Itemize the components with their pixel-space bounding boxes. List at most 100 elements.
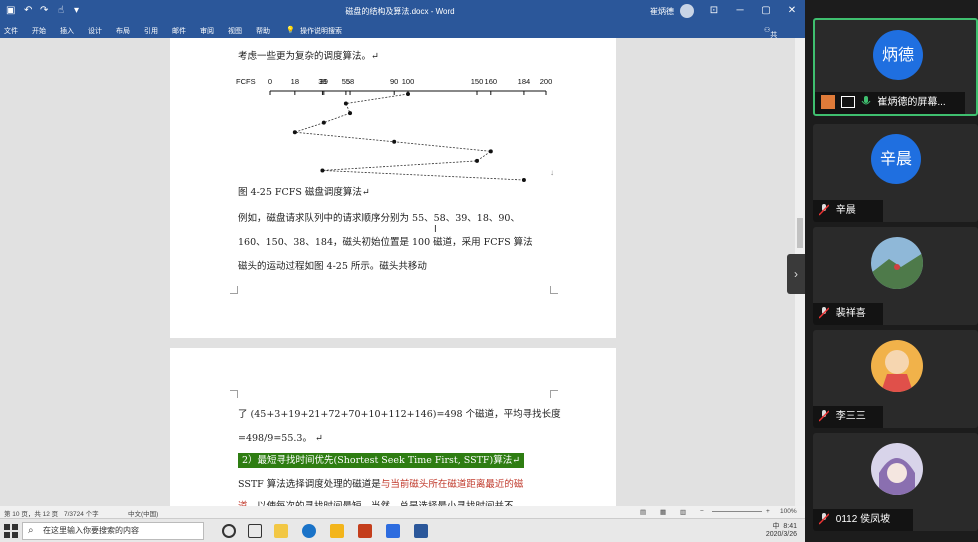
participant-tile[interactable]: 裴祥喜: [813, 227, 978, 325]
participant-name-bar: 李三三: [813, 406, 883, 428]
ime-indicator[interactable]: 中: [772, 523, 779, 530]
tab-insert[interactable]: 插入: [60, 26, 74, 36]
word-count[interactable]: 7/3724 个字: [64, 508, 99, 518]
system-tray[interactable]: 中 8:41 2020/3/26: [766, 523, 797, 539]
windows-start-icon[interactable]: [4, 524, 18, 538]
participant-name-bar: 裴祥喜: [813, 303, 883, 325]
meeting-app-icon[interactable]: [386, 524, 400, 538]
head-position-point: [521, 178, 526, 182]
taskbar-search-input[interactable]: ⌕ 在这里输入你要搜索的内容: [22, 522, 204, 540]
language[interactable]: 中文(中国): [128, 508, 158, 518]
head-position-point: [292, 130, 297, 135]
ribbon-tabs: 文件 开始 插入 设计 布局 引用 邮件 审阅 视图 帮助 💡 操作说明搜索 ⚇…: [0, 22, 805, 49]
screen: ▣ ↶ ↷ ☝ ▾ 磁盘的结构及算法.docx - Word 崔炳德 ⊡ ─ ▢…: [0, 0, 978, 542]
participant-tile[interactable]: 炳德 崔炳德的屏幕...: [813, 18, 978, 116]
undo-icon[interactable]: ↶: [24, 5, 32, 16]
zoom-slider[interactable]: [712, 511, 762, 512]
participant-name: 0112 侯凤坡: [835, 514, 891, 525]
document-page[interactable]: 了 (45+3+19+21+72+70+10+112+146)=498 个磁道，…: [170, 348, 616, 512]
margin-corner: [550, 390, 558, 398]
margin-corner: [230, 286, 238, 294]
document-page[interactable]: 考虑一些更为复杂的调度算法。↵ FCFS 0 18 38 39 55 58 90 100 150…: [170, 38, 616, 338]
mic-muted-icon: [819, 307, 829, 319]
user-name[interactable]: 崔炳德: [650, 6, 674, 17]
axis-tick-label: 150: [471, 77, 484, 86]
ribbon-display-options-icon[interactable]: ⊡: [705, 3, 723, 19]
axis-tick-label: 184: [518, 77, 531, 86]
tab-file[interactable]: 文件: [4, 26, 18, 36]
share-button[interactable]: ⚇ 共享: [764, 26, 777, 49]
avatar: [871, 340, 923, 392]
folder-icon[interactable]: [330, 524, 344, 538]
tab-references[interactable]: 引用: [144, 26, 158, 36]
print-layout-icon[interactable]: ▦: [660, 508, 666, 516]
powerpoint-icon[interactable]: [358, 524, 372, 538]
tab-home[interactable]: 开始: [32, 26, 46, 36]
zoom-in-button[interactable]: +: [766, 508, 770, 515]
tell-me-search[interactable]: 操作说明搜索: [300, 26, 342, 36]
lightbulb-icon: 💡: [286, 27, 295, 34]
axis-tick-label: 0: [268, 77, 272, 86]
zoom-out-button[interactable]: −: [700, 508, 704, 515]
avatar: [871, 443, 923, 495]
scrollbar-thumb[interactable]: [797, 218, 803, 248]
user-avatar[interactable]: [680, 4, 694, 18]
highlighted-text: 与当前磁头所在磁道距离最近的磁: [380, 479, 524, 490]
word-icon[interactable]: [414, 524, 428, 538]
tab-view[interactable]: 视图: [228, 26, 242, 36]
head-position-point: [343, 101, 348, 106]
paragraph-line: 磁头的运动过程如图 4-25 所示。磁头共移动: [238, 261, 427, 272]
clock-date[interactable]: 2020/3/26: [766, 531, 797, 538]
page-count[interactable]: 第 10 页，共 12 页: [4, 508, 58, 518]
margin-corner: [550, 286, 558, 294]
customize-toolbar-icon[interactable]: ▾: [74, 5, 79, 16]
participant-tile[interactable]: 李三三: [813, 330, 978, 428]
paragraph-line: SSTF 算法选择调度处理的磁道是与当前磁头所在磁道距离最近的磁: [238, 479, 524, 490]
redo-icon[interactable]: ↷: [40, 5, 48, 16]
edge-icon[interactable]: [302, 524, 316, 538]
axis-tick-label: 200: [540, 77, 553, 86]
touch-mode-icon[interactable]: ☝: [58, 5, 64, 16]
participant-tile[interactable]: 辛晨 辛晨: [813, 124, 978, 222]
axis-tick-label: 160: [485, 77, 498, 86]
mic-muted-icon: [819, 513, 829, 525]
section-heading: 2）最短寻找时间优先(Shortest Seek Time First, SST…: [238, 452, 525, 468]
participant-name-bar: 崔炳德的屏幕...: [815, 92, 965, 114]
maximize-button[interactable]: ▢: [757, 3, 775, 19]
web-layout-icon[interactable]: ▥: [680, 508, 686, 516]
read-mode-icon[interactable]: ▤: [640, 508, 646, 516]
avatar: 辛晨: [871, 134, 921, 184]
figure-caption: 图 4-25 FCFS 磁盘调度算法↵: [238, 187, 370, 198]
head-position-point: [320, 168, 325, 173]
task-view-icon[interactable]: [248, 524, 262, 538]
participant-name: 裴祥喜: [835, 308, 866, 319]
tab-design[interactable]: 设计: [88, 26, 102, 36]
mic-muted-icon: [819, 204, 829, 216]
close-button[interactable]: ✕: [783, 3, 801, 19]
clock-time[interactable]: 8:41: [783, 523, 797, 530]
participants-panel: 炳德 崔炳德的屏幕... 辛晨 辛晨 裴祥喜 李三三 0112 侯凤坡: [805, 0, 978, 542]
diagram-label: FCFS: [236, 77, 256, 86]
tab-layout[interactable]: 布局: [116, 26, 130, 36]
axis-tick-label: 18: [291, 77, 299, 86]
tab-help[interactable]: 帮助: [256, 26, 270, 36]
file-explorer-icon[interactable]: [274, 524, 288, 538]
fcfs-diagram: FCFS 0 18 3839 5558 90 100 150 160 184 200: [236, 77, 553, 182]
zoom-level[interactable]: 100%: [780, 508, 797, 515]
tab-mailings[interactable]: 邮件: [172, 26, 186, 36]
save-icon[interactable]: ▣: [6, 5, 15, 16]
participant-name-bar: 0112 侯凤坡: [813, 509, 913, 531]
axis-tick-label: 39: [320, 77, 328, 86]
status-bar: 第 10 页，共 12 页 7/3724 个字 中文(中国) ▤ ▦ ▥ − +…: [0, 506, 805, 518]
participant-tile[interactable]: 0112 侯凤坡: [813, 433, 978, 531]
cortana-icon[interactable]: [222, 524, 236, 538]
tab-review[interactable]: 审阅: [200, 26, 214, 36]
document-area[interactable]: 考虑一些更为复杂的调度算法。↵ FCFS 0 18 38 39 55 58 90 100 150…: [0, 38, 805, 512]
heading-text: 2）最短寻找时间优先(Shortest Seek Time First, SST…: [238, 453, 525, 468]
collapse-panel-button[interactable]: ›: [787, 254, 805, 294]
mic-muted-icon: [819, 410, 829, 422]
avatar: [871, 237, 923, 289]
head-position-point: [488, 149, 493, 154]
document-title: 磁盘的结构及算法.docx - Word: [345, 7, 455, 16]
minimize-button[interactable]: ─: [731, 3, 749, 19]
